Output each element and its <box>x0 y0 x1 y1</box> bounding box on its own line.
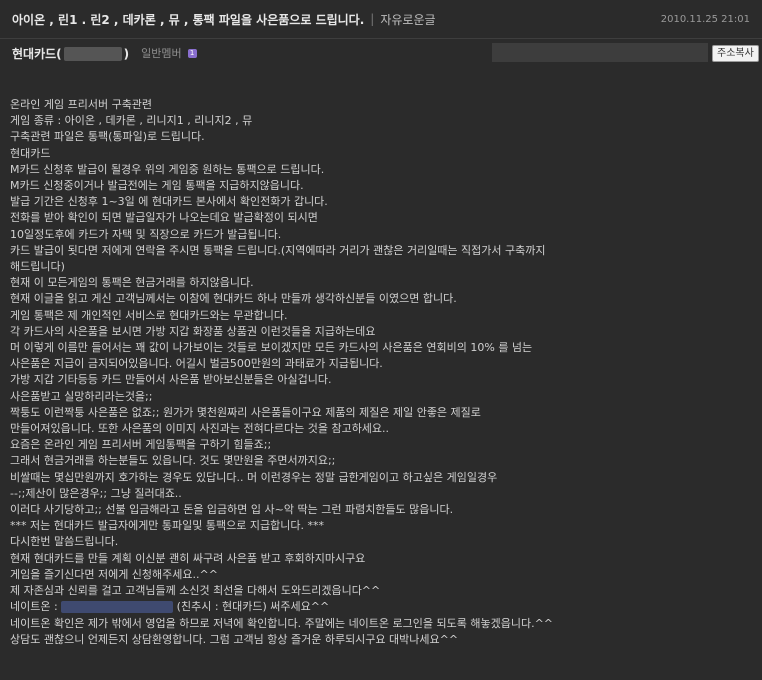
body-line: 사은품은 지급이 금지되어있읍니다. 어길시 벌금500만원의 과태료가 지급됩… <box>10 357 383 371</box>
body-line: 현재 이글을 읽고 게신 고객님께서는 이참에 현대카드 하나 만들까 생각하신… <box>10 292 457 306</box>
post-header: 아이온 , 린1 . 린2 , 데카론 , 뮤 , 통팩 파일을 사은품으로 드… <box>0 0 762 38</box>
post-body-tail: 네이트온 확인은 제가 밖에서 영업을 하므로 저녁에 확인합니다. 주말에는 … <box>10 616 750 648</box>
title-separator: | <box>370 12 375 26</box>
body-line: 10일정도후에 카드가 자택 및 직장으로 카드가 발급됩니다. <box>10 227 282 241</box>
body-line: 네이트온 확인은 제가 밖에서 영업을 하므로 저녁에 확인합니다. 주말에는 … <box>10 616 554 630</box>
body-line: 전화를 받아 확인이 되면 발급일자가 나오는데요 발급확정이 되시면 <box>10 211 318 225</box>
body-line: 짝퉁도 이런짝퉁 사은품은 없죠;; 원가가 몇천원짜리 사은품들이구요 제품의… <box>10 405 481 419</box>
body-line: 이러다 사기당하고;; 선불 입금해라고 돈을 입금하면 입 사~악 딱는 그런… <box>10 503 454 517</box>
body-line: 가방 지갑 기타등등 카드 만들어서 사은품 받아보신분들은 아실겁니다. <box>10 373 332 387</box>
body-line: --;;제산이 많은경우;; 그냥 질러대죠.. <box>10 486 182 500</box>
body-line: 현재 이 모든게임의 통팩은 현금거래를 하지않읍니다. <box>10 276 254 290</box>
copy-address-button[interactable]: 주소복사 <box>712 45 759 62</box>
member-level: 일반멤버 <box>141 47 182 60</box>
header-divider <box>0 38 762 39</box>
member-level-icon: 1 <box>187 48 197 58</box>
body-line: 비쌀때는 몇십만원까지 호가하는 경우도 있답니다.. 머 이런경우는 정말 급… <box>10 470 498 484</box>
post-body-lines: 온라인 게임 프리서버 구축관련게임 종류 : 아이온 , 데카론 , 리니지1… <box>10 97 750 599</box>
post-date: 2010.11.25 21:01 <box>660 13 750 25</box>
post-title: 아이온 , 린1 . 린2 , 데카론 , 뮤 , 통팩 파일을 사은품으로 드… <box>12 12 365 27</box>
author-name-suffix: ) <box>123 46 130 61</box>
post-view: 아이온 , 린1 . 린2 , 데카론 , 뮤 , 통팩 파일을 사은품으로 드… <box>0 0 762 680</box>
body-line: 상담도 괜찮으니 언제든지 상담환영합니다. 그럼 고객님 항상 즐거운 하루되… <box>10 632 459 646</box>
nateon-suffix: (친추시 : 현대카드) 써주세요^^ <box>173 600 330 614</box>
body-line: 다시한번 말씀드립니다. <box>10 535 119 549</box>
author-id-redaction <box>63 47 122 61</box>
body-line: 그래서 현금거래를 하는분들도 있읍니다. 것도 몇만원을 주면서까지요;; <box>10 454 336 468</box>
author-name[interactable]: 현대카드() <box>12 45 129 62</box>
body-line: 게임 종류 : 아이온 , 데카론 , 리니지1 , 리니지2 , 뮤 <box>10 114 253 128</box>
body-line: 해드립니다) <box>10 260 65 274</box>
body-line: 온라인 게임 프리서버 구축관련 <box>10 98 153 111</box>
body-line: 사은품받고 실망하리라는것을;; <box>10 389 153 403</box>
body-line: 머 이렇게 이름만 들어서는 꽤 값이 나가보이는 것들로 보이겠지만 모든 카… <box>10 341 533 355</box>
nateon-line: 네이트온 : (친추시 : 현대카드) 써주세요^^ <box>10 599 750 615</box>
nateon-prefix: 네이트온 : <box>10 600 62 614</box>
body-line: M카드 신청중이거나 발급전에는 게임 통팩을 지급하지않읍니다. <box>10 179 304 193</box>
body-line: 각 카드사의 사은품을 보시면 가방 지갑 화장품 상품권 이런것들을 지급하는… <box>10 324 376 338</box>
body-line: 현대카드 <box>10 146 51 160</box>
post-body: 온라인 게임 프리서버 구축관련게임 종류 : 아이온 , 데카론 , 리니지1… <box>10 97 750 648</box>
post-address-redaction <box>492 43 708 62</box>
body-line: 게임을 즐기신다면 저에게 신청해주세요..^^ <box>10 567 218 581</box>
body-line: 만들어져있읍니다. 또한 사은품의 이미지 사진과는 전혀다르다는 것을 참고하… <box>10 422 390 436</box>
body-line: 발급 기간은 신청후 1~3일 에 현대카드 본사에서 확인전화가 갑니다. <box>10 195 328 209</box>
body-line: 게임 통팩은 제 개인적인 서비스로 현대카드와는 무관합니다. <box>10 308 288 322</box>
author-name-prefix: 현대카드( <box>12 46 62 61</box>
nateon-id-redaction[interactable] <box>61 601 174 614</box>
body-line: 카드 발급이 됫다면 저에게 연락을 주시면 통팩을 드립니다.(지역에따라 거… <box>10 243 546 257</box>
body-line: *** 저는 현대카드 발급자에게만 통파일및 통팩으로 지급합니다. *** <box>10 519 324 533</box>
body-line: 제 자존심과 신뢰를 걸고 고객님들께 소신것 최선을 다해서 도와드리겠읍니다… <box>10 584 381 598</box>
post-category-link[interactable]: 자유로운글 <box>380 11 435 28</box>
body-line: M카드 신청후 발급이 될경우 위의 게임중 원하는 통팩으로 드립니다. <box>10 162 325 176</box>
body-line: 현재 현대카드를 만들 계획 이신분 괜히 싸구려 사은품 받고 후회하지마시구… <box>10 551 366 565</box>
body-line: 구축관련 파일은 통팩(통파일)로 드립니다. <box>10 130 205 144</box>
body-line: 요즘은 온라인 게임 프리서버 게임통팩을 구하기 힘들죠;; <box>10 438 272 452</box>
